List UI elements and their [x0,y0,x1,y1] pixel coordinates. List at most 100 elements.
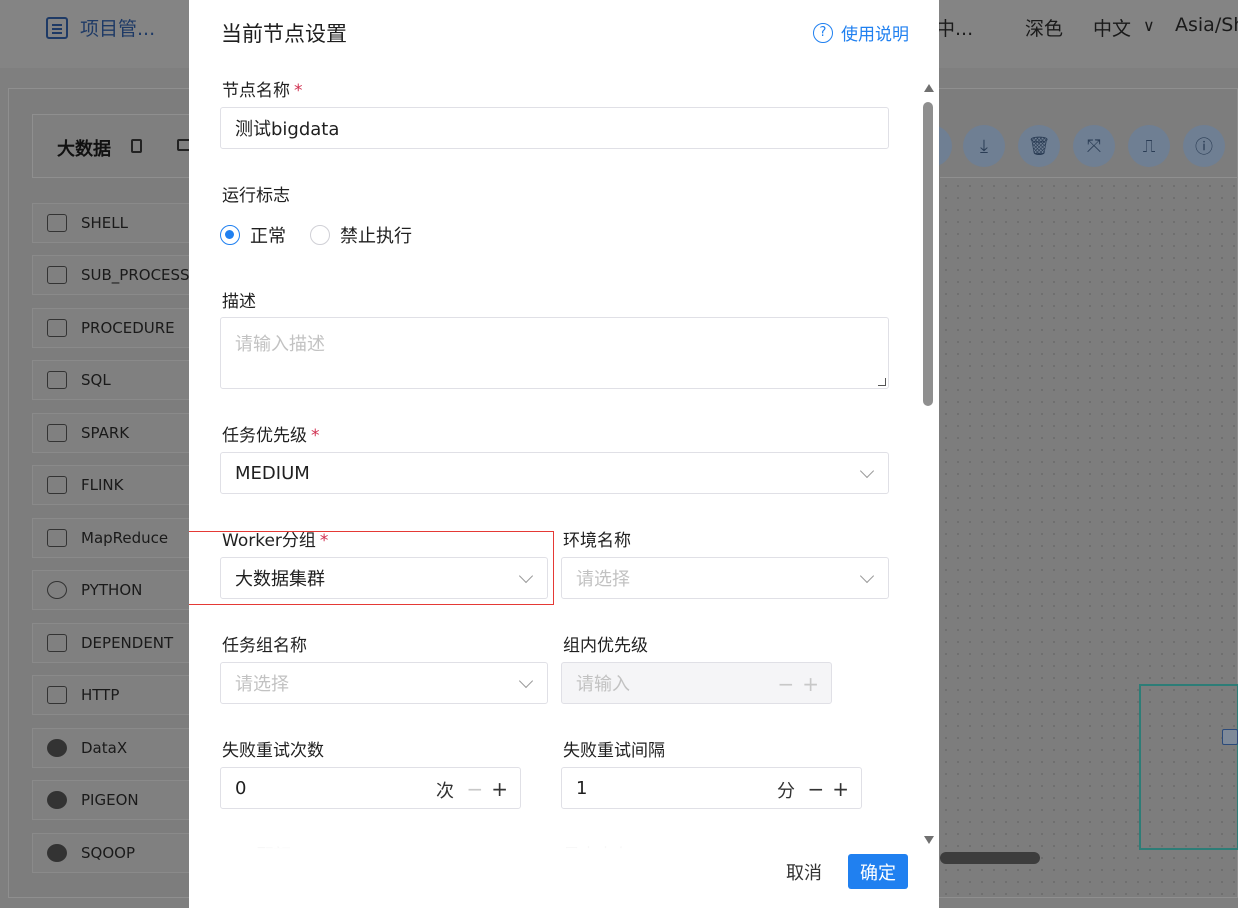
retry-times-value: 0 [235,777,247,799]
language-select[interactable]: 中文 [1093,14,1131,41]
group-priority-input: 请输入 − + [561,662,832,704]
plus-icon[interactable]: + [491,777,508,801]
modal-form: 节点名称 * 测试bigdata 运行标志 正常 禁止执行 描述 请输入描述 任务… [189,68,939,854]
project-list-icon [46,16,68,39]
canvas-node-group[interactable] [1139,684,1238,850]
scroll-up-arrow-icon[interactable] [924,84,934,92]
task-type-label: PROCEDURE [81,319,175,337]
task-type-item[interactable]: PYTHON [32,570,202,610]
sqoop-icon [47,844,67,862]
download-button[interactable]: ⤓ [963,125,1005,167]
task-group-placeholder: 请选择 [235,674,289,695]
env-label: 环境名称 [563,531,631,551]
task-type-item[interactable]: SQL [32,360,202,400]
canvas-horizontal-scrollbar[interactable] [940,852,1040,864]
task-type-item[interactable]: DEPENDENT [32,623,202,663]
task-type-label: FLINK [81,476,124,494]
task-type-item[interactable]: FLINK [32,465,202,505]
max-memory-label: 最大内存 [563,841,631,854]
retry-interval-stepper: − + [807,777,849,801]
task-type-label: PYTHON [81,581,143,599]
fullscreen-button[interactable]: ⤧ [1073,125,1115,167]
task-type-label: SPARK [81,424,130,442]
timezone-select[interactable]: Asia/Sh [1175,14,1238,36]
language-chevron-icon[interactable]: ∨ [1143,16,1155,35]
task-type-item[interactable]: SPARK [32,413,202,453]
priority-select[interactable]: MEDIUM [220,452,889,494]
sub-process-icon [47,266,67,284]
run-flag-label: 运行标志 [222,186,290,206]
spark-star-icon [47,424,67,442]
question-circle-icon: ? [813,22,833,43]
task-type-label: DataX [81,739,128,757]
chevron-down-icon [518,673,534,689]
retry-times-unit: 次 [436,781,454,802]
worker-group-label-text: Worker分组 [222,531,316,551]
node-name-input[interactable]: 测试bigdata [220,107,889,149]
worker-group-select[interactable]: 大数据集群 [220,557,548,599]
minus-icon[interactable]: − [466,777,483,801]
info-icon: ⓘ [1195,137,1213,158]
task-type-item[interactable]: HTTP [32,675,202,715]
task-type-item[interactable]: DataX [32,728,202,768]
delete-button[interactable]: 🗑 [1018,125,1060,167]
help-link-label: 使用说明 [841,25,909,45]
scroll-down-arrow-icon[interactable] [924,836,934,844]
task-type-item[interactable]: PIGEON [32,780,202,820]
canvas-node-icon[interactable] [1222,729,1238,745]
required-mark: * [319,531,329,551]
retry-interval-input[interactable]: 1 分 − + [561,767,862,809]
workflow-name: 大数据 [57,139,111,160]
task-type-item[interactable]: PROCEDURE [32,308,202,348]
task-type-label: SQL [81,371,111,389]
radio-unchecked-icon[interactable] [310,225,330,245]
help-link[interactable]: ? 使用说明 [813,20,909,45]
header-menu-fragment[interactable]: 中... [936,14,973,41]
node-name-label-text: 节点名称 [222,81,290,101]
run-flag-forbidden-label: 禁止执行 [340,226,412,247]
retry-interval-label: 失败重试间隔 [563,741,665,761]
fullscreen-icon: ⤧ [1086,135,1102,157]
datax-icon [47,739,67,757]
task-type-item[interactable]: SHELL [32,203,202,243]
priority-label-text: 任务优先级 [222,426,307,446]
retry-times-label: 失败重试次数 [222,741,324,761]
modal-scrollbar-thumb[interactable] [923,102,933,406]
task-type-item[interactable]: MapReduce [32,518,202,558]
info-button[interactable]: ⓘ [1183,125,1225,167]
theme-toggle[interactable]: 深色 [1025,14,1063,41]
project-menu[interactable]: 项目管... [46,14,155,41]
sql-database-icon [47,371,67,389]
resize-handle-icon[interactable] [878,378,886,386]
task-type-label: SQOOP [81,844,135,862]
chevron-down-icon [859,568,875,584]
workflow-name-bar: 大数据 [32,114,202,178]
run-flag-normal-label: 正常 [250,226,286,247]
pigeon-icon [47,791,67,809]
dependent-icon [47,634,67,652]
run-flag-group: 正常 禁止执行 [220,222,436,248]
env-select[interactable]: 请选择 [561,557,889,599]
retry-interval-value: 1 [576,777,588,799]
run-flag-normal-option[interactable]: 正常 [220,222,286,248]
task-group-select[interactable]: 请选择 [220,662,548,704]
radio-checked-icon[interactable] [220,225,240,245]
plus-icon[interactable]: + [832,777,849,801]
database-icon [47,319,67,337]
paint-roller-icon: ⎍ [1142,135,1156,157]
minus-icon[interactable]: − [807,777,824,801]
copy-icon[interactable] [131,139,142,153]
task-type-label: SUB_PROCESS [81,266,190,284]
format-button[interactable]: ⎍ [1128,125,1170,167]
run-flag-forbidden-option[interactable]: 禁止执行 [310,222,412,248]
cancel-button[interactable]: 取消 [771,854,837,889]
required-mark: * [311,426,320,446]
task-type-item[interactable]: SQOOP [32,833,202,873]
task-type-item[interactable]: SUB_PROCESS [32,255,202,295]
confirm-button[interactable]: 确定 [848,854,908,889]
retry-times-input[interactable]: 0 次 − + [220,767,521,809]
task-type-label: DEPENDENT [81,634,174,652]
worker-group-value: 大数据集群 [235,569,325,590]
description-textarea[interactable]: 请输入描述 [220,317,889,389]
priority-value: MEDIUM [235,462,310,484]
